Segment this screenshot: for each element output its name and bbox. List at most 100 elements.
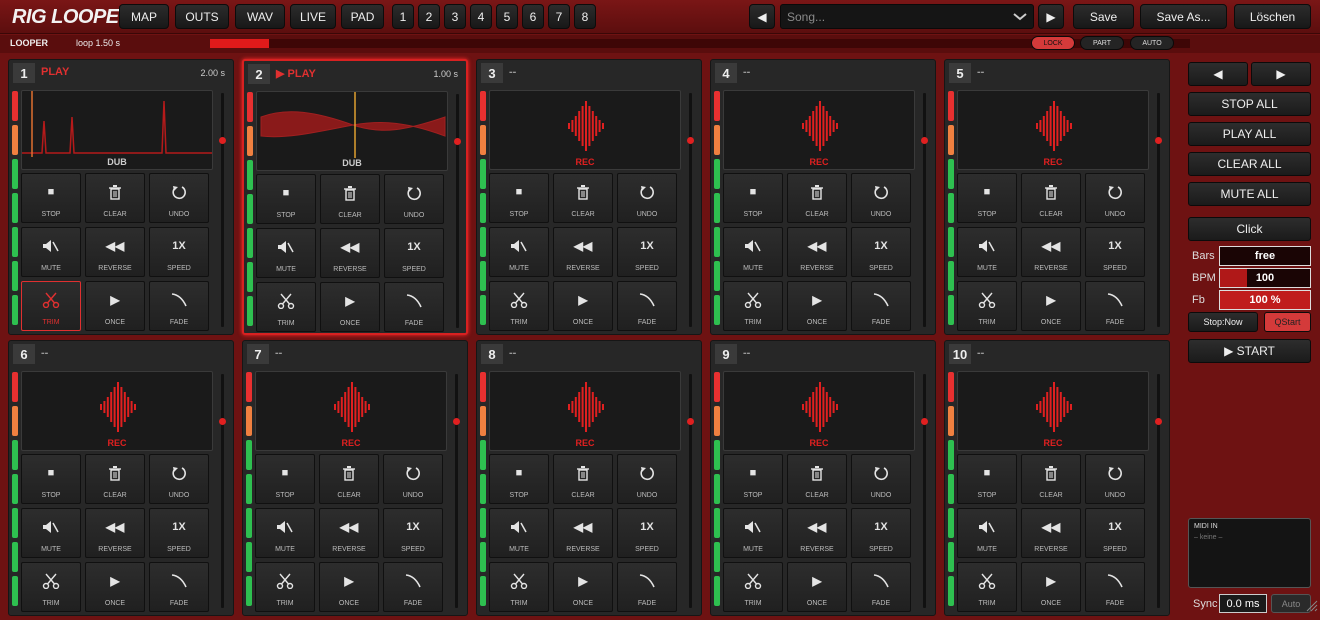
loop-display[interactable]: REC [723,90,915,170]
reverse-button[interactable]: ◀◀ REVERSE [553,227,613,277]
mute-button[interactable]: MUTE [489,227,549,277]
once-button[interactable]: ▶ ONCE [85,281,145,331]
once-button[interactable]: ▶ ONCE [553,562,613,612]
fade-button[interactable]: FADE [617,281,677,331]
fade-button[interactable]: FADE [383,562,443,612]
clear-button[interactable]: CLEAR [320,174,380,224]
speed-button[interactable]: 1X SPEED [617,227,677,277]
once-button[interactable]: ▶ ONCE [319,562,379,612]
clear-button[interactable]: CLEAR [787,454,847,504]
looper-slot-1[interactable]: 1 PLAY 2.00 s DUB ■ STOP CLEAR UNDO MUTE ◀◀ REVERS… [8,59,234,335]
song-select[interactable]: Song... [780,4,1034,29]
speed-button[interactable]: 1X SPEED [149,508,209,558]
save-button[interactable]: Save [1073,4,1134,29]
click-button[interactable]: Click [1188,217,1311,241]
bank-button-8[interactable]: 8 [574,4,596,29]
once-button[interactable]: ▶ ONCE [1021,562,1081,612]
stop-button[interactable]: ■ STOP [723,454,783,504]
undo-button[interactable]: UNDO [617,173,677,223]
trim-button[interactable]: TRIM [489,281,549,331]
feedback-field[interactable]: 100 % [1219,290,1311,310]
loop-display[interactable]: REC [255,371,447,451]
once-button[interactable]: ▶ ONCE [787,562,847,612]
speed-button[interactable]: 1X SPEED [384,228,444,278]
fade-button[interactable]: FADE [851,562,911,612]
loop-display[interactable]: DUB [21,90,213,170]
stop-button[interactable]: ■ STOP [489,454,549,504]
once-button[interactable]: ▶ ONCE [553,281,613,331]
undo-button[interactable]: UNDO [1085,173,1145,223]
clear-button[interactable]: CLEAR [319,454,379,504]
nav-live-button[interactable]: LIVE [290,4,336,29]
reverse-button[interactable]: ◀◀ REVERSE [85,508,145,558]
trim-button[interactable]: TRIM [957,281,1017,331]
reverse-button[interactable]: ◀◀ REVERSE [553,508,613,558]
bank-button-2[interactable]: 2 [418,4,440,29]
bank-button-6[interactable]: 6 [522,4,544,29]
trim-button[interactable]: TRIM [255,562,315,612]
undo-button[interactable]: UNDO [617,454,677,504]
mute-button[interactable]: MUTE [723,508,783,558]
stop-button[interactable]: ■ STOP [723,173,783,223]
loop-display[interactable]: REC [957,371,1149,451]
nav-outs-button[interactable]: OUTS [175,4,229,29]
trim-button[interactable]: TRIM [21,562,81,612]
looper-slot-3[interactable]: 3 -- REC ■ STOP CLEAR UNDO MUTE ◀◀ REVERSE 1X SPEED… [476,59,702,335]
undo-button[interactable]: UNDO [851,454,911,504]
song-next-button[interactable]: ▶ [1038,4,1064,29]
looper-slot-9[interactable]: 9 -- REC ■ STOP CLEAR UNDO MUTE ◀◀ REVERSE 1X SPEED… [710,340,936,616]
volume-slider[interactable] [921,374,928,608]
undo-button[interactable]: UNDO [384,174,444,224]
undo-button[interactable]: UNDO [149,454,209,504]
trim-button[interactable]: TRIM [256,282,316,332]
start-button[interactable]: ▶ START [1188,339,1311,363]
bank-button-4[interactable]: 4 [470,4,492,29]
volume-knob[interactable] [921,137,928,144]
volume-slider[interactable] [1155,374,1162,608]
volume-slider[interactable] [1155,93,1162,327]
mute-button[interactable]: MUTE [957,508,1017,558]
volume-slider[interactable] [687,374,694,608]
sync-offset-field[interactable]: 0.0 ms [1219,594,1267,613]
sidebar-prev-button[interactable]: ◀ [1188,62,1248,86]
bank-button-3[interactable]: 3 [444,4,466,29]
auto-toggle[interactable]: AUTO [1130,36,1174,50]
bpm-field[interactable]: 100 [1219,268,1311,288]
bank-button-7[interactable]: 7 [548,4,570,29]
nav-wav-button[interactable]: WAV [235,4,285,29]
reverse-button[interactable]: ◀◀ REVERSE [1021,227,1081,277]
speed-button[interactable]: 1X SPEED [1085,508,1145,558]
stop-button[interactable]: ■ STOP [21,173,81,223]
nav-pad-button[interactable]: PAD [341,4,384,29]
loop-display[interactable]: REC [21,371,213,451]
clear-button[interactable]: CLEAR [85,173,145,223]
reverse-button[interactable]: ◀◀ REVERSE [85,227,145,277]
bars-field[interactable]: free [1219,246,1311,266]
reverse-button[interactable]: ◀◀ REVERSE [787,508,847,558]
volume-knob[interactable] [1155,137,1162,144]
play-all-button[interactable]: PLAY ALL [1188,122,1311,146]
volume-slider[interactable] [219,93,226,327]
fade-button[interactable]: FADE [1085,562,1145,612]
trim-button[interactable]: TRIM [957,562,1017,612]
clear-all-button[interactable]: CLEAR ALL [1188,152,1311,176]
loop-display[interactable]: REC [489,371,681,451]
once-button[interactable]: ▶ ONCE [320,282,380,332]
undo-button[interactable]: UNDO [1085,454,1145,504]
volume-knob[interactable] [219,418,226,425]
volume-slider[interactable] [219,374,226,608]
once-button[interactable]: ▶ ONCE [787,281,847,331]
reverse-button[interactable]: ◀◀ REVERSE [319,508,379,558]
undo-button[interactable]: UNDO [851,173,911,223]
stop-button[interactable]: ■ STOP [957,454,1017,504]
mute-button[interactable]: MUTE [489,508,549,558]
looper-slot-4[interactable]: 4 -- REC ■ STOP CLEAR UNDO MUTE ◀◀ REVERSE 1X SPEED… [710,59,936,335]
fade-button[interactable]: FADE [149,281,209,331]
once-button[interactable]: ▶ ONCE [1021,281,1081,331]
volume-slider[interactable] [687,93,694,327]
fade-button[interactable]: FADE [384,282,444,332]
stop-button[interactable]: ■ STOP [489,173,549,223]
volume-slider[interactable] [454,94,461,328]
clear-button[interactable]: CLEAR [553,454,613,504]
song-prev-button[interactable]: ◀ [749,4,775,29]
